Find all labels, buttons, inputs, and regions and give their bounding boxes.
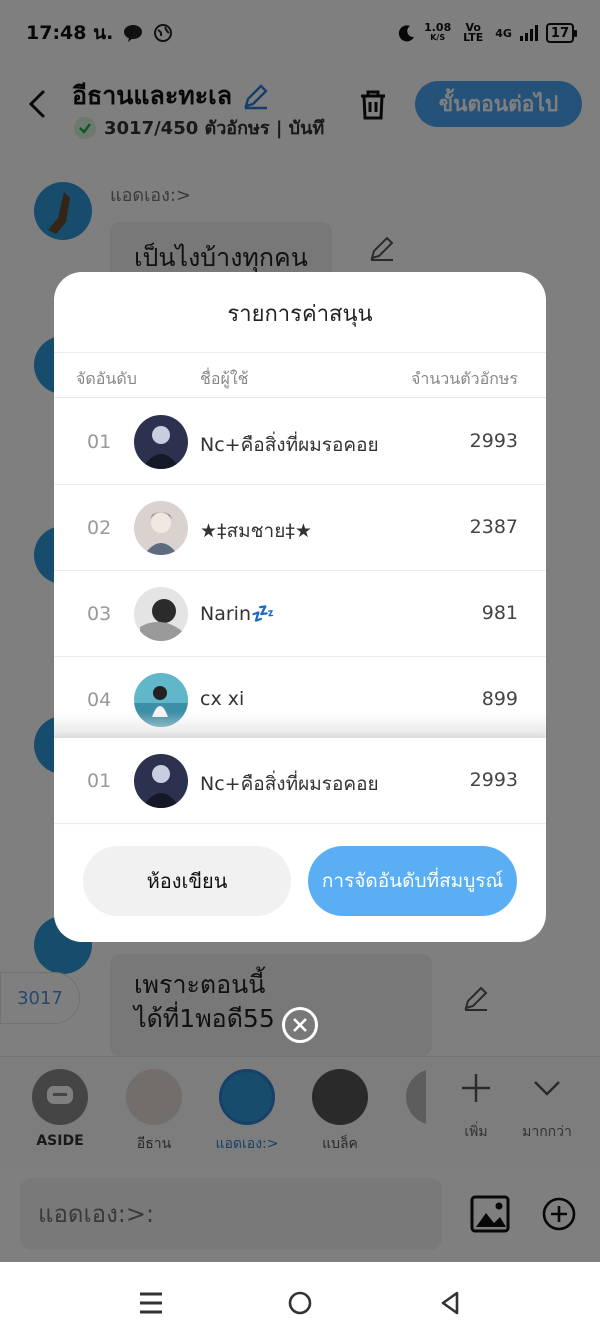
ranking-dialog: รายการค่าสนุน จัดอันดับ ชื่อผู้ใช้ จำนวน… <box>54 272 546 942</box>
table-row[interactable]: 01 Nc+คือสิ่งที่ผมรอคอย 2993 <box>54 399 546 485</box>
char-count: 2993 <box>469 769 518 791</box>
writing-room-button[interactable]: ห้องเขียน <box>83 846 291 916</box>
column-rank: จัดอันดับ <box>76 369 137 388</box>
dialog-title: รายการค่าสนุน <box>227 302 373 327</box>
system-nav-bar <box>0 1262 600 1343</box>
rank-number: 02 <box>87 517 112 539</box>
avatar <box>134 501 188 555</box>
avatar <box>134 587 188 641</box>
user-name: ★‡สมชาย‡★ <box>200 520 312 542</box>
char-count: 2993 <box>469 430 518 452</box>
table-row[interactable]: 03 Narin💤 981 <box>54 571 546 657</box>
my-rank-row: 01 Nc+คือสิ่งที่ผมรอคอย 2993 <box>54 738 546 824</box>
back-triangle-icon[interactable] <box>435 1288 465 1318</box>
list-fade <box>54 712 546 740</box>
table-header: จัดอันดับ ชื่อผู้ใช้ จำนวนตัวอักษร <box>54 352 546 398</box>
char-count: 981 <box>481 602 518 624</box>
rank-number: 04 <box>87 689 112 711</box>
column-count: จำนวนตัวอักษร <box>410 369 518 388</box>
user-name: Nc+คือสิ่งที่ผมรอคอย <box>200 773 379 795</box>
close-dialog-button[interactable] <box>282 1007 318 1043</box>
user-name: cx xi <box>200 688 245 710</box>
column-user: ชื่อผู้ใช้ <box>200 369 249 388</box>
rank-number: 01 <box>87 770 112 792</box>
user-name: Narin💤 <box>200 603 275 625</box>
avatar <box>134 754 188 808</box>
home-circle-icon[interactable] <box>285 1288 315 1318</box>
char-count: 899 <box>481 688 518 710</box>
table-row[interactable]: 02 ★‡สมชาย‡★ 2387 <box>54 485 546 571</box>
full-ranking-button[interactable]: การจัดอันดับที่สมบูรณ์ <box>308 846 517 916</box>
rank-number: 01 <box>87 431 112 453</box>
user-name: Nc+คือสิ่งที่ผมรอคอย <box>200 434 379 456</box>
avatar <box>134 415 188 469</box>
close-icon <box>293 1018 307 1032</box>
char-count: 2387 <box>469 516 518 538</box>
menu-icon[interactable] <box>136 1288 166 1318</box>
rank-number: 03 <box>87 603 112 625</box>
